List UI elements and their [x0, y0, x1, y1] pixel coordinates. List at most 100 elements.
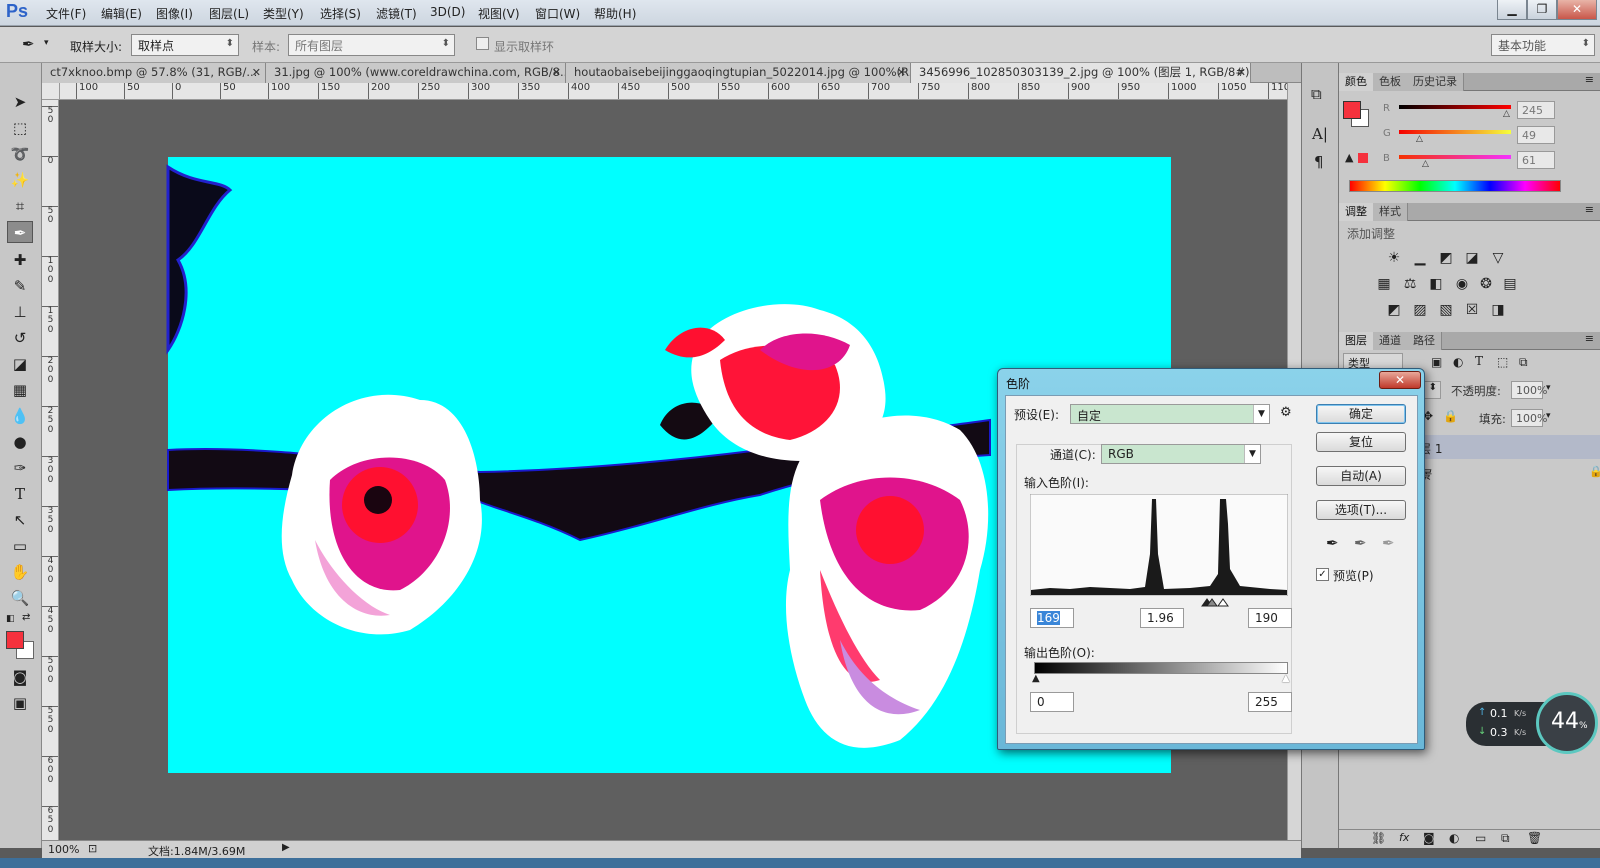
lock-all-icon[interactable]: 🔒 [1443, 409, 1458, 423]
tab-layers[interactable]: 图层 [1339, 332, 1374, 350]
tab-paths[interactable]: 路径 [1407, 332, 1442, 350]
black-white-icon[interactable]: ◧ [1427, 275, 1445, 293]
selective-color-icon[interactable]: ☒ [1463, 301, 1481, 319]
layer-row-layer1[interactable]: 图层 1 [1401, 435, 1600, 459]
output-black-field[interactable]: 0 [1030, 692, 1074, 712]
tab-color[interactable]: 颜色 [1339, 73, 1374, 91]
photo-filter-icon[interactable]: ◉ [1453, 275, 1471, 293]
menu-3d[interactable]: 3D(D) [430, 5, 465, 19]
status-menu-arrow-icon[interactable]: ▶ [282, 842, 290, 853]
chevron-down-icon[interactable]: ▾ [44, 38, 49, 48]
three-d-panel-icon[interactable]: ⧉ [1311, 85, 1322, 103]
marquee-tool-icon[interactable]: ⬚ [7, 117, 33, 139]
filter-pixel-icon[interactable]: ▣ [1431, 355, 1442, 369]
reset-button[interactable]: 复位 [1316, 432, 1406, 452]
preset-options-gear-icon[interactable]: ⚙ [1280, 405, 1292, 420]
dialog-close-button[interactable]: ✕ [1379, 371, 1421, 389]
opacity-value[interactable]: 100% [1511, 381, 1547, 399]
foreground-color-swatch[interactable] [6, 631, 24, 649]
output-black-slider[interactable]: ▲ [1032, 673, 1040, 684]
panel-menu-icon[interactable]: ≡ [1585, 73, 1594, 86]
color-lookup-icon[interactable]: ▤ [1501, 275, 1519, 293]
delete-layer-icon[interactable]: 🗑 [1527, 831, 1542, 845]
color-balance-icon[interactable]: ⚖ [1401, 275, 1419, 293]
r-slider-thumb[interactable]: △ [1503, 109, 1510, 119]
filter-type-icon[interactable]: T [1475, 354, 1483, 368]
tab-document-1[interactable]: ct7xknoo.bmp @ 57.8% (31, RGB/... ✕ [42, 63, 266, 83]
screen-mode-icon[interactable]: ▣ [7, 692, 33, 714]
history-brush-tool-icon[interactable]: ↺ [7, 327, 33, 349]
filter-smart-icon[interactable]: ⧉ [1519, 355, 1528, 370]
exposure-icon[interactable]: ◪ [1463, 249, 1481, 267]
output-white-slider[interactable]: ▲ [1282, 673, 1290, 684]
preview-checkbox[interactable]: ✓ [1316, 568, 1329, 581]
b-value[interactable]: 61 [1517, 151, 1555, 169]
close-tab-icon[interactable]: ✕ [252, 63, 261, 82]
preset-select[interactable]: 自定 ▼ [1070, 404, 1270, 424]
new-layer-icon[interactable]: ⧉ [1501, 831, 1510, 846]
magic-wand-tool-icon[interactable]: ✨ [7, 169, 33, 191]
gradient-tool-icon[interactable]: ▦ [7, 379, 33, 401]
new-adjustment-icon[interactable]: ◐ [1449, 831, 1459, 845]
tab-document-3[interactable]: houtaobaisebeijinggaoqingtupian_5022014.… [566, 63, 911, 83]
options-button[interactable]: 选项(T)... [1316, 500, 1406, 520]
filter-shape-icon[interactable]: ⬚ [1497, 355, 1508, 369]
levels-icon[interactable]: ▁ [1411, 249, 1429, 267]
close-tab-icon[interactable]: ✕ [1237, 63, 1246, 82]
vibrance-icon[interactable]: ▽ [1489, 249, 1507, 267]
new-group-icon[interactable]: ▭ [1475, 831, 1486, 845]
swap-colors-icon[interactable]: ⇄ [22, 612, 30, 623]
tab-document-4[interactable]: 3456996_102850303139_2.jpg @ 100% (图层 1,… [911, 63, 1251, 83]
brightness-contrast-icon[interactable]: ☀ [1385, 249, 1403, 267]
dodge-tool-icon[interactable]: ● [7, 431, 33, 453]
crop-tool-icon[interactable]: ⌗ [7, 195, 33, 217]
zoom-level[interactable]: 100% [48, 843, 79, 856]
input-white-field[interactable]: 190 [1248, 608, 1292, 628]
color-foreground-swatch[interactable] [1343, 101, 1361, 119]
paragraph-panel-icon[interactable]: ¶ [1314, 153, 1324, 171]
rectangle-tool-icon[interactable]: ▭ [7, 535, 33, 557]
input-white-slider[interactable] [1217, 598, 1229, 607]
menu-file[interactable]: 文件(F) [46, 5, 86, 22]
fill-value[interactable]: 100% [1511, 409, 1547, 427]
close-tab-icon[interactable]: ✕ [552, 63, 561, 82]
tab-styles[interactable]: 样式 [1373, 203, 1408, 221]
gamut-color-swatch[interactable] [1358, 153, 1368, 163]
gradient-map-icon[interactable]: ◨ [1489, 301, 1507, 319]
lasso-tool-icon[interactable]: ➰ [7, 143, 33, 165]
output-white-field[interactable]: 255 [1248, 692, 1292, 712]
invert-icon[interactable]: ◩ [1385, 301, 1403, 319]
r-slider[interactable] [1399, 105, 1511, 109]
quick-mask-icon[interactable]: ◙ [7, 666, 33, 688]
opacity-dropdown-icon[interactable]: ▾ [1546, 383, 1551, 393]
menu-type[interactable]: 类型(Y) [263, 5, 304, 22]
gamut-warning-icon[interactable]: ▲ [1345, 151, 1353, 164]
clone-stamp-tool-icon[interactable]: ⊥ [7, 301, 33, 323]
show-ring-checkbox[interactable] [476, 37, 489, 50]
channel-select[interactable]: RGB ▼ [1101, 444, 1261, 464]
menu-edit[interactable]: 编辑(E) [101, 5, 142, 22]
tab-adjustments[interactable]: 调整 [1339, 203, 1374, 221]
menu-window[interactable]: 窗口(W) [535, 5, 580, 22]
close-window-button[interactable]: ✕ [1557, 0, 1597, 20]
menu-view[interactable]: 视图(V) [478, 5, 520, 22]
posterize-icon[interactable]: ▨ [1411, 301, 1429, 319]
close-tab-icon[interactable]: ✕ [897, 63, 906, 82]
eyedropper-tool-icon[interactable]: ✒ [7, 221, 33, 243]
gray-point-eyedropper-icon[interactable]: ✒ [1354, 534, 1367, 552]
add-mask-icon[interactable]: ◙ [1423, 831, 1435, 845]
workspace-select[interactable]: 基本功能 [1491, 34, 1595, 56]
menu-layer[interactable]: 图层(L) [209, 5, 249, 22]
input-black-field[interactable]: 169 [1030, 608, 1074, 628]
menu-select[interactable]: 选择(S) [320, 5, 361, 22]
curves-icon[interactable]: ◩ [1437, 249, 1455, 267]
sample-size-select[interactable]: 取样点 [131, 34, 239, 56]
threshold-icon[interactable]: ▧ [1437, 301, 1455, 319]
panel-menu-icon[interactable]: ≡ [1585, 203, 1594, 216]
tab-swatches[interactable]: 色板 [1373, 73, 1408, 91]
menu-help[interactable]: 帮助(H) [594, 5, 636, 22]
g-value[interactable]: 49 [1517, 126, 1555, 144]
fill-dropdown-icon[interactable]: ▾ [1546, 411, 1551, 421]
hand-tool-icon[interactable]: ✋ [7, 561, 33, 583]
pen-tool-icon[interactable]: ✑ [7, 457, 33, 479]
